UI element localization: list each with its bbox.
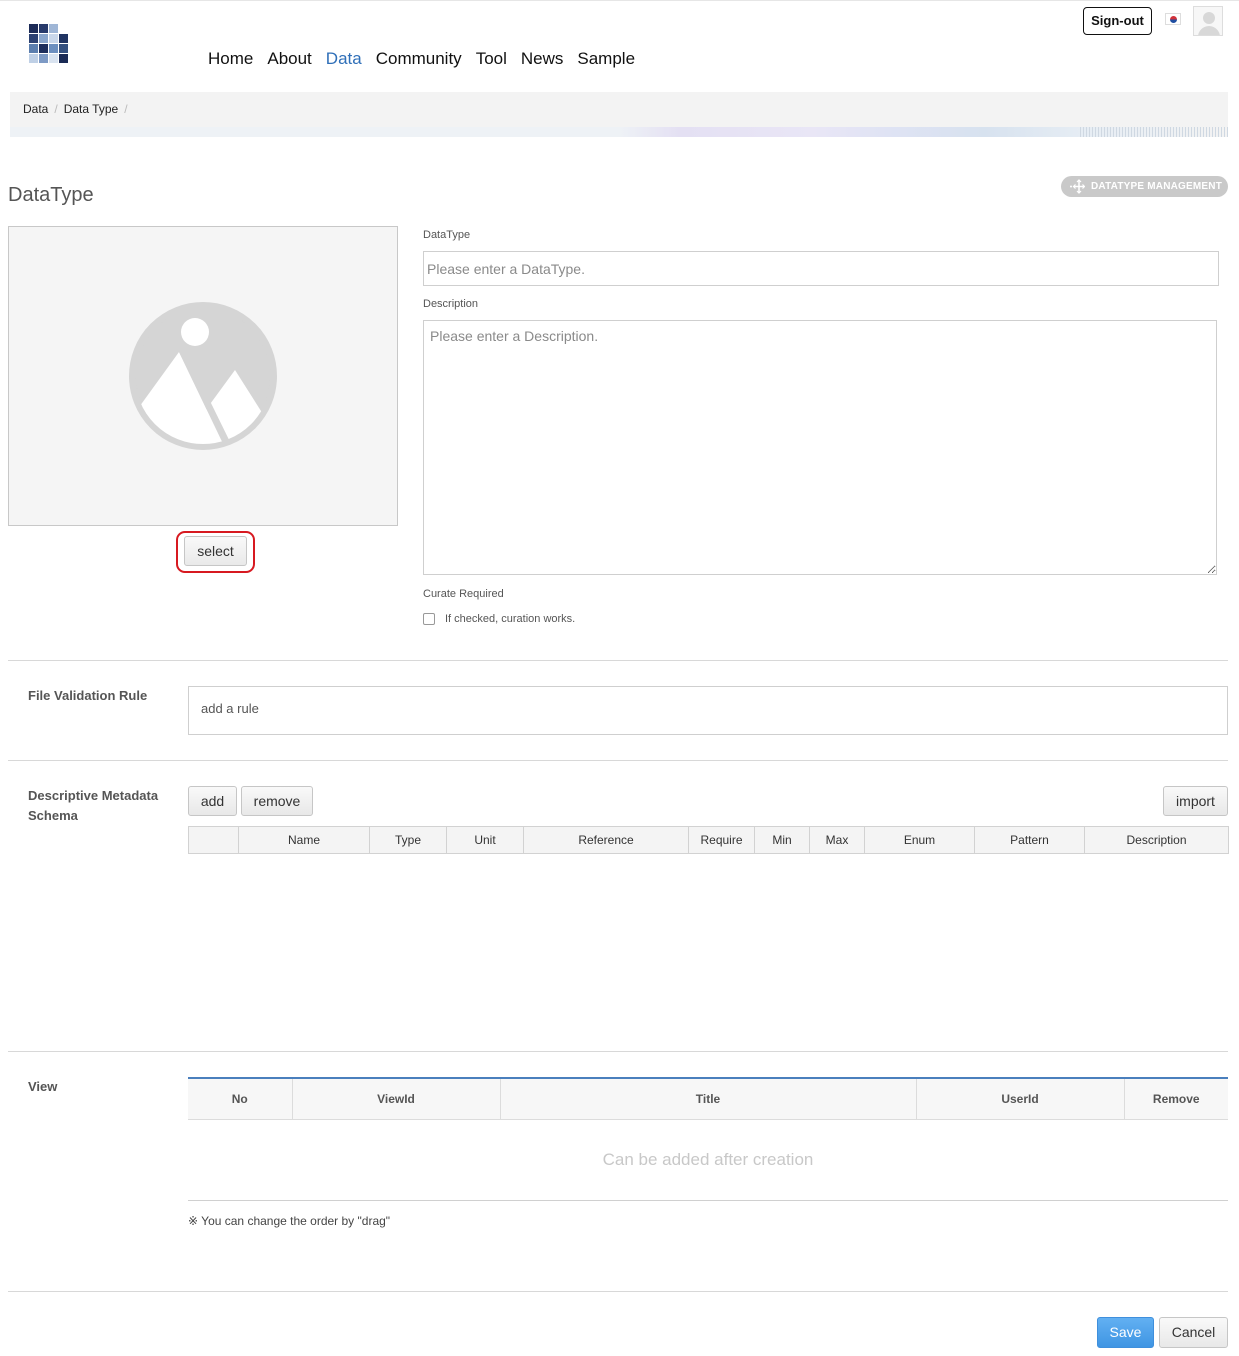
column-min[interactable]: Min — [754, 826, 810, 854]
nav-tool[interactable]: Tool — [476, 48, 507, 70]
datatype-management-label: DATATYPE MANAGEMENT — [1091, 181, 1223, 192]
section-divider — [8, 1051, 1228, 1052]
nav-data[interactable]: Data — [326, 48, 362, 70]
column-name[interactable]: Name — [238, 826, 370, 854]
datatype-management-button[interactable]: DATATYPE MANAGEMENT — [1061, 176, 1228, 197]
view-column-title: Title — [500, 1078, 917, 1120]
site-logo[interactable] — [24, 20, 68, 64]
page-title: DataType — [8, 184, 94, 206]
breadcrumb-data[interactable]: Data — [23, 102, 48, 116]
description-label: Description — [423, 298, 479, 310]
column-description[interactable]: Description — [1084, 826, 1229, 854]
view-column-remove: Remove — [1124, 1078, 1228, 1120]
signout-button[interactable]: Sign-out — [1083, 7, 1152, 35]
image-placeholder-icon — [129, 302, 277, 450]
column-unit[interactable]: Unit — [446, 826, 524, 854]
user-avatar-icon[interactable] — [1193, 6, 1223, 36]
metadata-schema-table: Name Type Unit Reference Require Min Max… — [188, 826, 1229, 854]
file-validation-label: File Validation Rule — [28, 688, 148, 703]
column-reference[interactable]: Reference — [523, 826, 689, 854]
view-label: View — [28, 1079, 58, 1094]
metadata-schema-label: Descriptive Metadata Schema — [28, 788, 159, 823]
nav-home[interactable]: Home — [208, 48, 253, 70]
view-column-userid: UserId — [916, 1078, 1125, 1120]
main-nav: Home About Data Community Tool News Samp… — [208, 48, 649, 70]
drag-order-note: ※ You can change the order by "drag" — [188, 1214, 391, 1228]
breadcrumb-banner — [10, 92, 1228, 137]
curate-required-label: Curate Required — [423, 588, 504, 600]
view-table: No ViewId Title UserId Remove — [188, 1077, 1228, 1120]
column-pattern[interactable]: Pattern — [974, 826, 1085, 854]
section-divider — [8, 1291, 1228, 1292]
section-divider — [8, 760, 1228, 761]
breadcrumb-data-type[interactable]: Data Type — [64, 102, 118, 116]
nav-community[interactable]: Community — [376, 48, 462, 70]
select-image-button[interactable]: select — [184, 536, 247, 566]
column-require[interactable]: Require — [688, 826, 755, 854]
korea-flag-icon[interactable] — [1165, 13, 1181, 25]
add-field-button[interactable]: add — [188, 786, 237, 816]
column-type[interactable]: Type — [369, 826, 447, 854]
image-preview — [8, 226, 398, 526]
column-max[interactable]: Max — [809, 826, 865, 854]
nav-about[interactable]: About — [267, 48, 311, 70]
nav-sample[interactable]: Sample — [577, 48, 635, 70]
breadcrumb-separator: / — [54, 102, 58, 116]
remove-field-button[interactable]: remove — [241, 786, 313, 816]
nav-news[interactable]: News — [521, 48, 564, 70]
cancel-button[interactable]: Cancel — [1159, 1317, 1228, 1348]
curate-checkbox-text: If checked, curation works. — [445, 613, 576, 625]
column-enum[interactable]: Enum — [864, 826, 975, 854]
top-border — [0, 0, 1239, 1]
breadcrumb-separator: / — [124, 102, 128, 116]
breadcrumb: Data / Data Type / — [23, 102, 134, 116]
file-validation-rule-input[interactable]: add a rule — [188, 686, 1228, 735]
section-divider — [8, 660, 1228, 661]
view-column-no: No — [188, 1078, 293, 1120]
move-arrows-icon — [1070, 179, 1085, 194]
import-button[interactable]: import — [1163, 786, 1228, 816]
view-table-bottom-border — [188, 1200, 1228, 1201]
curate-checkbox[interactable] — [423, 613, 435, 625]
description-textarea[interactable] — [423, 320, 1217, 575]
column-select[interactable] — [188, 826, 239, 854]
view-empty-message: Can be added after creation — [602, 1150, 814, 1169]
save-button[interactable]: Save — [1097, 1317, 1154, 1348]
view-column-viewid: ViewId — [292, 1078, 501, 1120]
datatype-label: DataType — [423, 229, 471, 241]
datatype-input[interactable] — [423, 251, 1219, 286]
